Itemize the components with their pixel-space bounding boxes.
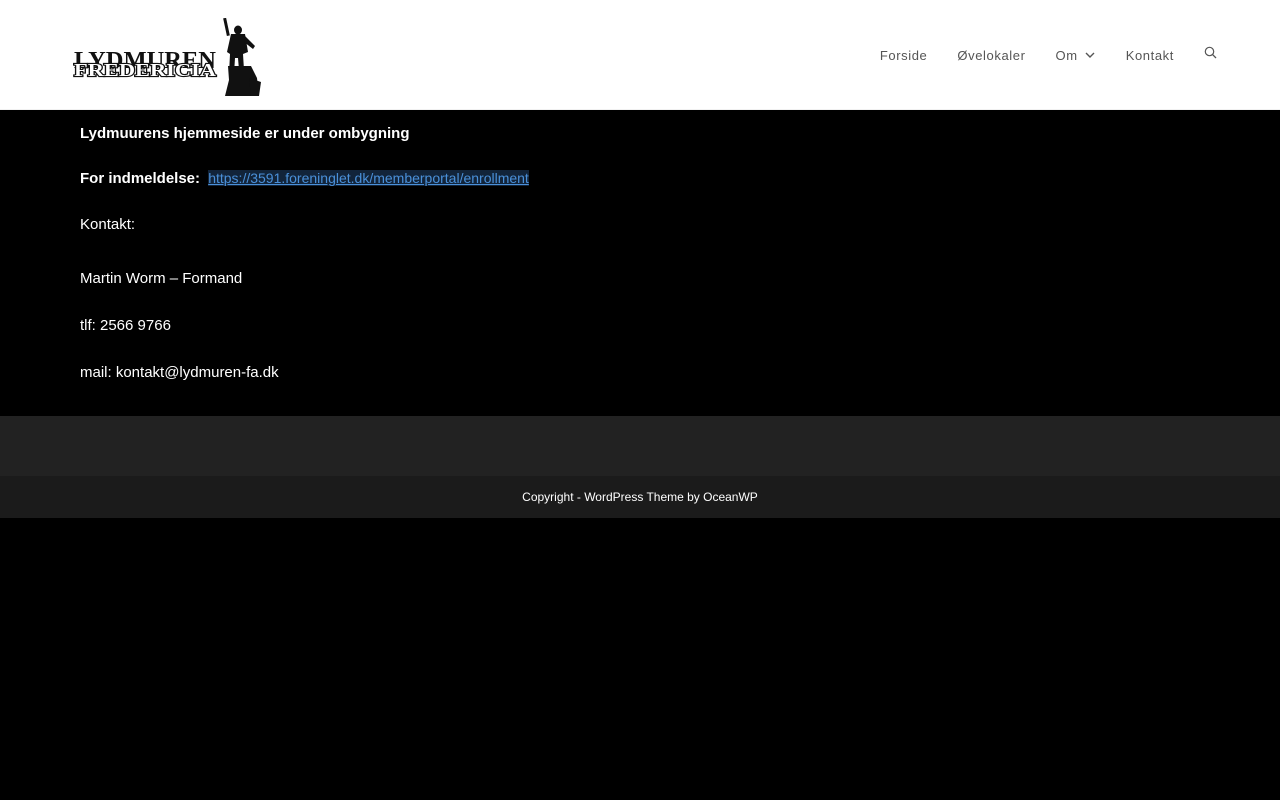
nav-item-label: Forside (879, 47, 928, 63)
footer-widgets-area (0, 416, 1280, 476)
footer-copyright: Copyright - WordPress Theme by OceanWP (522, 490, 758, 504)
enrollment-link[interactable]: https://3591.foreninglet.dk/memberportal… (208, 170, 529, 186)
nav-item-ovelokaler[interactable]: Øvelokaler (942, 0, 1040, 110)
nav-item-kontakt[interactable]: Kontakt (1111, 0, 1189, 110)
chevron-down-icon (1084, 49, 1096, 61)
nav-item-label: Om (1055, 47, 1078, 63)
nav-item-om[interactable]: Om (1041, 0, 1111, 110)
contact-email: mail: kontakt@lydmuren-fa.dk (80, 364, 279, 381)
search-toggle-button[interactable] (1189, 0, 1217, 110)
main-nav: Forside Øvelokaler Om Kontakt (865, 0, 1217, 110)
nav-item-label: Kontakt (1125, 47, 1174, 63)
enrollment-line: For indmeldelse: https://3591.foreningle… (80, 170, 529, 187)
site-header: LYDMUREN FREDERICIA Forside Øvelokaler O… (0, 0, 1280, 110)
nav-item-forside[interactable]: Forside (865, 0, 943, 110)
contact-heading: Kontakt: (80, 216, 136, 233)
enrollment-label: For indmeldelse: (80, 170, 201, 187)
page-notice-title: Lydmuurens hjemmeside er under ombygning (80, 125, 410, 142)
lydmuren-logo-image: LYDMUREN FREDERICIA (73, 18, 261, 96)
site-logo[interactable]: LYDMUREN FREDERICIA (73, 18, 261, 98)
contact-name: Martin Worm – Formand (80, 270, 243, 287)
svg-text:FREDERICIA: FREDERICIA (74, 60, 216, 80)
search-icon (1204, 46, 1217, 64)
nav-item-label: Øvelokaler (957, 47, 1026, 63)
footer-bottom: Copyright - WordPress Theme by OceanWP (0, 476, 1280, 518)
contact-phone: tlf: 2566 9766 (80, 317, 171, 334)
